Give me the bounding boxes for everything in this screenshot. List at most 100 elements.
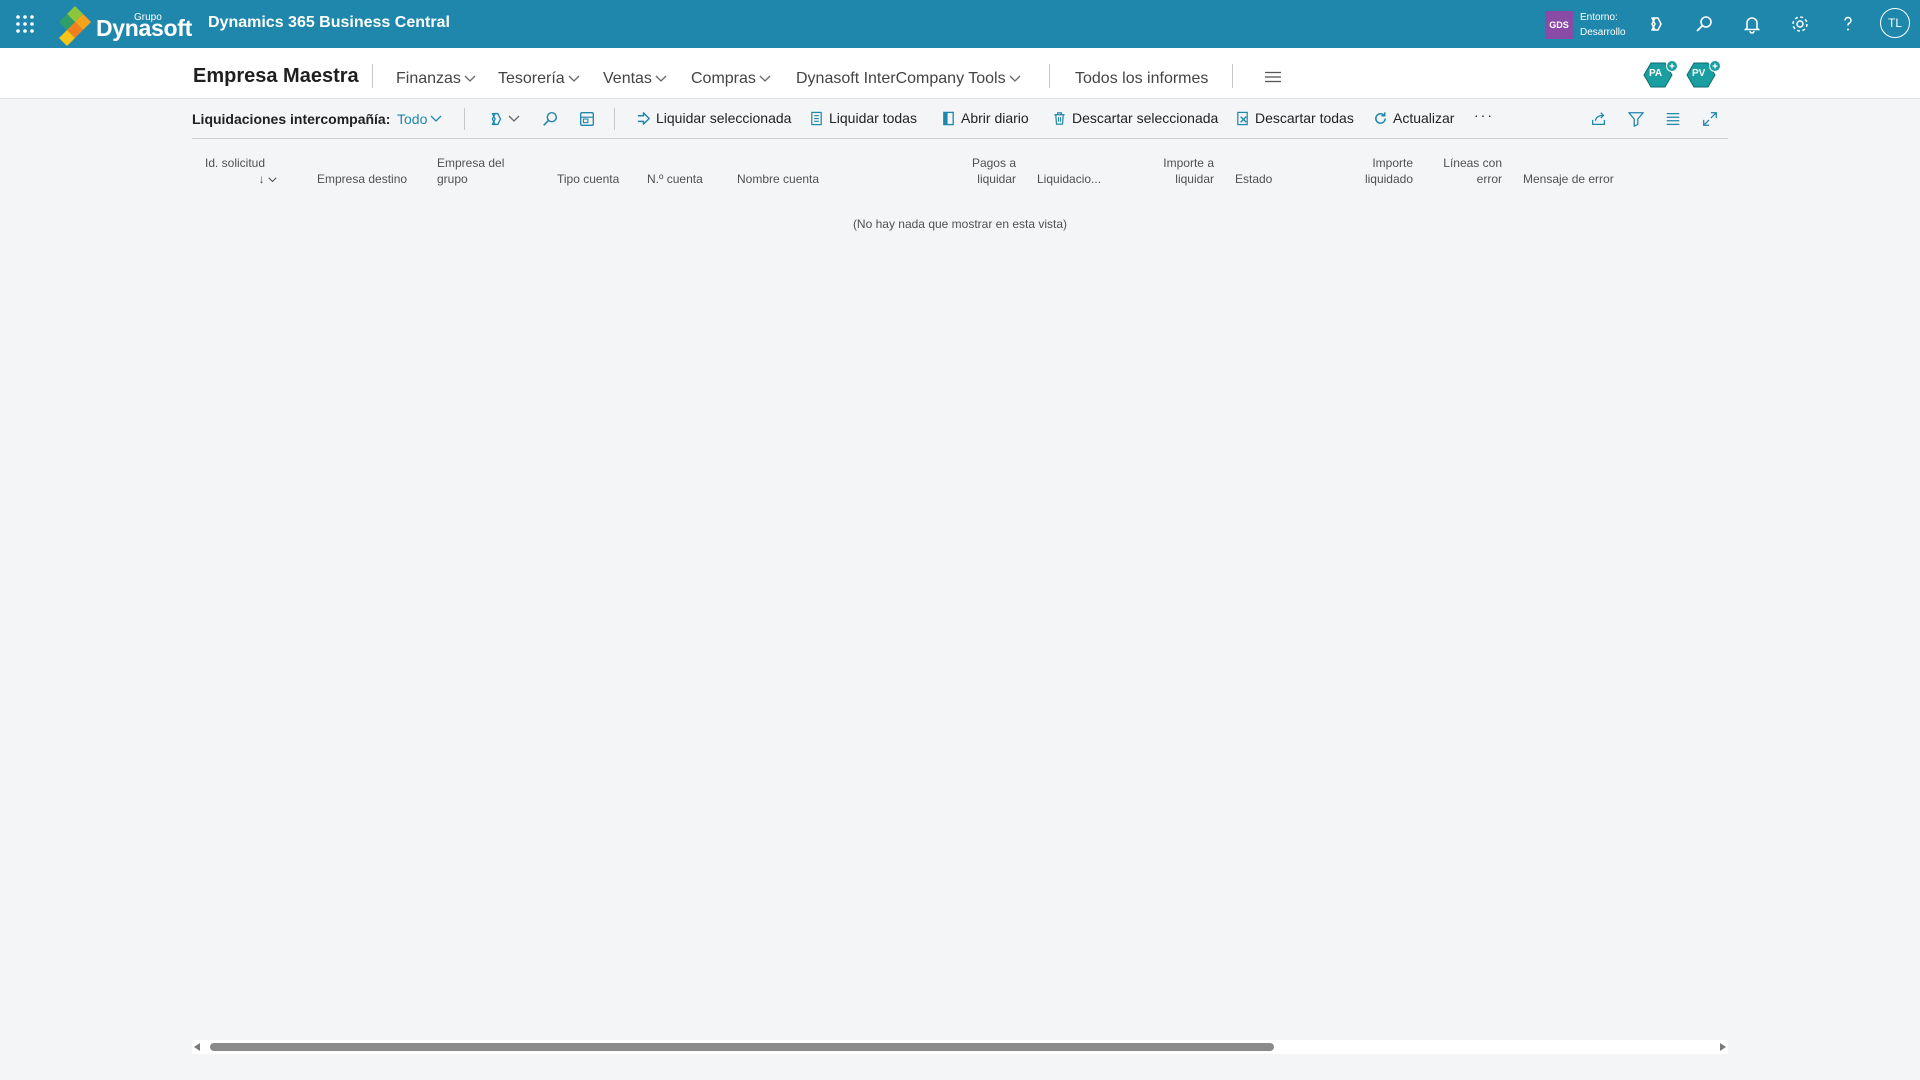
column-header-numero-cuenta[interactable]: N.º cuenta [647,155,703,187]
discard-icon [1237,111,1248,125]
arrow-icon [637,111,650,125]
empty-list-message: (No hay nada que mostrar en esta vista) [852,217,1068,231]
column-header-label: Id. solicitud [205,156,266,170]
column-header-label: Mensaje de error [1523,172,1614,186]
view-selector-label: Todo [397,111,428,127]
hamburger-menu-icon[interactable] [1264,71,1282,83]
environment-badge[interactable]: GDS [1545,11,1573,39]
page-title: Liquidaciones intercompañía: [192,111,391,127]
descartar-todas-button[interactable]: Descartar todas [1235,110,1354,126]
column-header-label-line1 [1523,155,1614,171]
pv-badge[interactable]: PV [1686,60,1721,88]
column-header-label: liquidar [977,172,1016,186]
column-header-empresa-grupo[interactable]: Empresa del grupo [437,155,504,187]
environment-info[interactable]: Entorno: Desarrollo [1580,10,1626,40]
column-header-importe-liquidar[interactable]: Importe a liquidar [1140,155,1214,187]
column-header-id-solicitud[interactable]: Id. solicitud ↓ [205,155,277,187]
chevron-down-icon [568,75,580,82]
nav-item-finanzas[interactable]: Finanzas [396,70,476,88]
column-header-label: Nombre cuenta [737,172,820,186]
column-header-estado[interactable]: Estado [1235,155,1272,187]
waffle-icon[interactable] [14,13,36,35]
chevron-down-icon [464,75,476,82]
expand-icon[interactable] [1701,110,1719,128]
action-bar: Liquidaciones intercompañía: Todo Liquid… [192,98,1728,139]
scroll-right-arrow-icon[interactable] [1720,1043,1726,1051]
nav-item-label: Dynasoft InterCompany Tools [796,70,1006,87]
abrir-diario-button[interactable]: Abrir diario [941,110,1029,126]
liquidar-todas-button[interactable]: Liquidar todas [809,110,917,126]
bell-icon[interactable] [1742,14,1762,34]
button-label: Actualizar [1393,110,1455,126]
column-header-mensaje-error[interactable]: Mensaje de error [1523,155,1614,187]
share-icon[interactable] [1590,110,1608,128]
column-header-nombre-cuenta[interactable]: Nombre cuenta [737,155,819,187]
liquidar-seleccionada-button[interactable]: Liquidar seleccionada [636,110,791,126]
column-header-liquidacion[interactable]: Liquidacio... [1037,155,1101,187]
help-icon[interactable] [1838,14,1858,34]
nav-item-ventas[interactable]: Ventas [603,70,667,88]
nav-item-intercompany-tools[interactable]: Dynasoft InterCompany Tools [796,70,1021,88]
company-name[interactable]: Empresa Maestra [193,65,359,88]
view-selector[interactable]: Todo [397,111,442,127]
column-header-label: liquidar [1175,172,1214,186]
action-divider [464,108,465,130]
sort-indicator[interactable]: ↓ [205,171,277,187]
column-header-label: error [1476,172,1502,186]
search-icon[interactable] [541,110,559,128]
chevron-down-icon [430,115,442,122]
copilot-icon[interactable] [1646,14,1666,34]
column-header-label-line1 [737,155,819,171]
gear-icon[interactable] [1790,14,1810,34]
scroll-left-arrow-icon[interactable] [194,1043,200,1051]
column-header-label: grupo [437,172,468,186]
column-header-label: Estado [1235,172,1273,186]
nav-item-label: Finanzas [396,70,461,87]
button-label: Liquidar seleccionada [656,110,792,126]
nav-item-all-reports[interactable]: Todos los informes [1075,70,1208,88]
search-icon[interactable] [1694,14,1714,34]
nav-item-tesoreria[interactable]: Tesorería [498,70,580,88]
button-label: Liquidar todas [829,110,917,126]
more-options-button[interactable]: ··· [1474,107,1494,123]
actualizar-button[interactable]: Actualizar [1373,110,1454,126]
environment-label: Entorno: [1580,12,1618,23]
scrollbar-thumb[interactable] [210,1043,1274,1051]
edit-list-icon[interactable] [578,110,596,128]
column-header-tipo-cuenta[interactable]: Tipo cuenta [557,155,619,187]
button-label: Descartar seleccionada [1072,110,1219,126]
column-header-label-line1 [317,155,407,171]
dynasoft-logo-icon [59,6,91,46]
column-header-label-line1 [557,155,619,171]
product-name[interactable]: Dynamics 365 Business Central [208,14,450,32]
nav-divider [1049,64,1050,88]
role-center-nav: Empresa Maestra Finanzas Tesorería Venta… [0,48,1920,99]
user-avatar[interactable]: TL [1880,8,1910,38]
app-bar: Grupo Dynasoft Dynamics 365 Business Cen… [0,0,1920,48]
badge-label: PA [1649,68,1663,79]
copilot-menu-button[interactable] [487,110,520,128]
journal-icon [943,111,954,125]
column-header-lineas-error[interactable]: Líneas con error [1425,155,1502,187]
copilot-icon [491,112,502,126]
horizontal-scrollbar[interactable] [192,1040,1728,1054]
list-view-icon[interactable] [1664,110,1682,128]
column-header-empresa-destino[interactable]: Empresa destino [317,155,407,187]
column-header-label: N.º cuenta [647,172,703,186]
nav-divider [1232,64,1233,88]
filter-icon[interactable] [1627,110,1645,128]
action-divider [614,108,615,130]
chevron-down-icon [1009,75,1021,82]
descartar-seleccionada-button[interactable]: Descartar seleccionada [1052,110,1218,126]
pa-badge[interactable]: PA [1643,60,1678,88]
column-header-pagos-liquidar[interactable]: Pagos a liquidar [956,155,1016,187]
chevron-down-icon [655,75,667,82]
company-logo[interactable]: Grupo Dynasoft [56,2,192,46]
column-header-label-line1 [1037,155,1101,171]
column-header-label-line1: Líneas con [1443,156,1502,170]
chevron-down-icon [508,115,520,122]
logo-small-text: Grupo [134,11,162,23]
nav-item-label: Todos los informes [1075,70,1209,87]
column-header-importe-liquidado[interactable]: Importe liquidado [1340,155,1413,187]
nav-item-compras[interactable]: Compras [691,70,771,88]
